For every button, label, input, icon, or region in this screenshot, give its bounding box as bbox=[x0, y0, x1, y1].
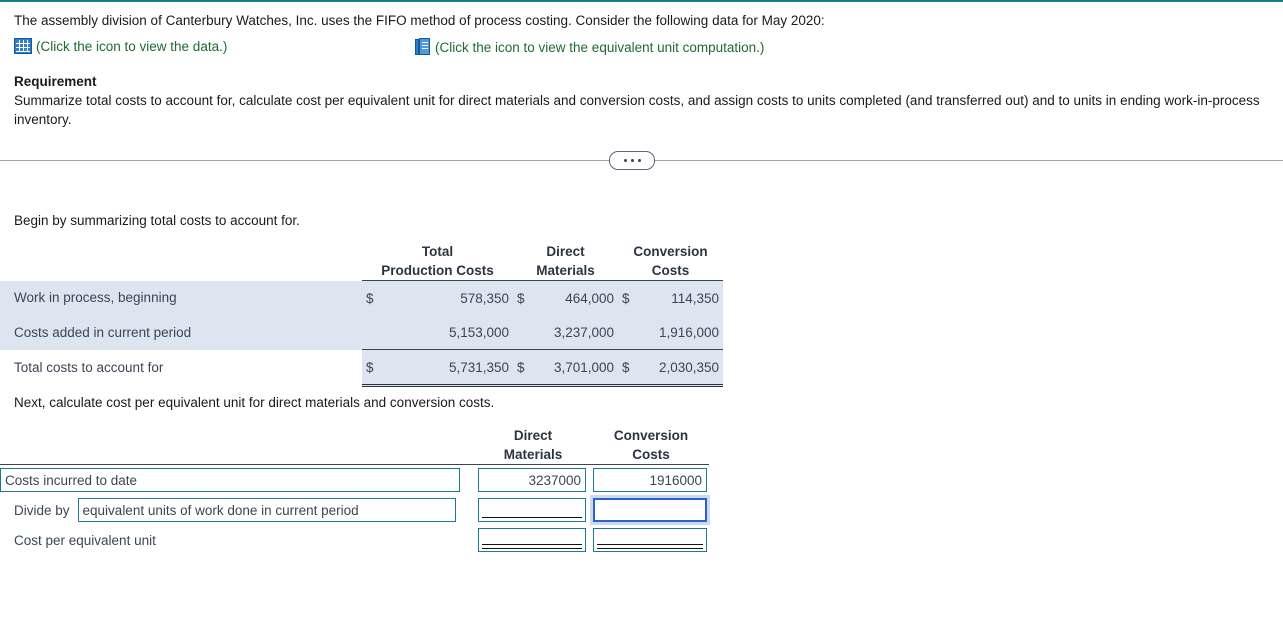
row-currency-total: $ bbox=[362, 281, 378, 316]
costs-incurred-cc-input[interactable]: 1916000 bbox=[593, 468, 707, 492]
table-row: Work in process, beginning $ 578,350 $ 4… bbox=[0, 281, 723, 316]
row-value-total: 5,731,350 bbox=[378, 350, 513, 386]
divide-by-static-label: Divide by bbox=[14, 503, 70, 518]
divide-by-cc-input[interactable] bbox=[593, 498, 707, 522]
row-value-dm: 3,237,000 bbox=[529, 315, 618, 350]
divide-by-cc-cell bbox=[593, 495, 709, 525]
costs-incurred-label-cell: Costs incurred to date bbox=[0, 465, 476, 496]
table2-header-blank bbox=[0, 426, 476, 445]
view-equivalent-unit-link[interactable]: (Click the icon to view the equivalent u… bbox=[415, 38, 764, 56]
divide-by-wrapper: Divide by equivalent units of work done … bbox=[0, 498, 476, 522]
row-value-dm: 464,000 bbox=[529, 281, 618, 316]
table2-header-direct-1: Direct bbox=[478, 426, 588, 445]
table1-header-costs: Costs bbox=[618, 261, 723, 281]
row-currency-total bbox=[362, 315, 378, 350]
dot-icon bbox=[638, 159, 641, 162]
table2-header-row-1: Direct Conversion bbox=[0, 426, 709, 445]
step-2-instruction: Next, calculate cost per equivalent unit… bbox=[0, 395, 1283, 410]
view-data-link-label[interactable]: (Click the icon to view the data.) bbox=[36, 39, 227, 54]
intro-section: The assembly division of Canterbury Watc… bbox=[0, 2, 1283, 60]
more-options-button[interactable] bbox=[609, 151, 655, 170]
problem-statement: The assembly division of Canterbury Watc… bbox=[14, 12, 1269, 30]
table1-header-total-1: Total bbox=[362, 242, 513, 261]
table2-header-row-2: Materials Costs bbox=[0, 445, 709, 465]
page-root: The assembly division of Canterbury Watc… bbox=[0, 2, 1283, 555]
row-currency-cc: $ bbox=[618, 350, 634, 386]
row-currency-dm bbox=[513, 315, 529, 350]
table1-header-direct-1: Direct bbox=[513, 242, 618, 261]
row-value-cc: 2,030,350 bbox=[634, 350, 723, 386]
costs-incurred-cc-cell: 1916000 bbox=[593, 465, 709, 496]
divide-by-dm-cell bbox=[478, 495, 588, 525]
requirement-title: Requirement bbox=[14, 74, 1269, 89]
row-currency-total: $ bbox=[362, 350, 378, 386]
table1-header-conversion-1: Conversion bbox=[618, 242, 723, 261]
table1-header-materials: Materials bbox=[513, 261, 618, 281]
row-currency-cc bbox=[618, 315, 634, 350]
table1-header-blank bbox=[0, 242, 362, 261]
book-icon[interactable] bbox=[415, 38, 431, 56]
costs-incurred-dm-cell: 3237000 bbox=[478, 465, 588, 496]
table1-header-row-1: Total Direct Conversion bbox=[0, 242, 723, 261]
cost-per-equivalent-unit-table: Direct Conversion Materials Costs Costs … bbox=[0, 426, 709, 555]
cost-per-unit-label-cell: Cost per equivalent unit bbox=[0, 525, 476, 555]
cost-per-unit-dm-cell bbox=[478, 525, 588, 555]
table2-header-materials: Materials bbox=[478, 445, 588, 465]
row-label-total-costs: Total costs to account for bbox=[0, 350, 362, 386]
table1-header-row-2: Production Costs Materials Costs bbox=[0, 261, 723, 281]
dot-icon bbox=[631, 159, 634, 162]
divide-by-label-cell: Divide by equivalent units of work done … bbox=[0, 495, 476, 525]
table2-header-costs: Costs bbox=[593, 445, 709, 465]
view-equivalent-unit-link-label[interactable]: (Click the icon to view the equivalent u… bbox=[435, 40, 764, 55]
divide-by-dm-input[interactable] bbox=[478, 498, 586, 522]
step-1-instruction: Begin by summarizing total costs to acco… bbox=[0, 213, 1283, 228]
cost-per-equivalent-unit-label: Cost per equivalent unit bbox=[0, 533, 476, 548]
costs-incurred-label-input[interactable]: Costs incurred to date bbox=[0, 468, 460, 492]
table1-header-production-costs: Production Costs bbox=[362, 261, 513, 281]
total-costs-table: Total Direct Conversion Production Costs… bbox=[0, 242, 723, 387]
row-currency-cc: $ bbox=[618, 281, 634, 316]
row-value-dm: 3,701,000 bbox=[529, 350, 618, 386]
table2-header-conversion-1: Conversion bbox=[593, 426, 709, 445]
table-row: Cost per equivalent unit bbox=[0, 525, 709, 555]
row-label-wip-beginning: Work in process, beginning bbox=[0, 281, 362, 316]
row-value-cc: 114,350 bbox=[634, 281, 723, 316]
table-row: Costs added in current period 5,153,000 … bbox=[0, 315, 723, 350]
costs-incurred-dm-input[interactable]: 3237000 bbox=[478, 468, 586, 492]
row-label-costs-added: Costs added in current period bbox=[0, 315, 362, 350]
row-value-total: 5,153,000 bbox=[378, 315, 513, 350]
row-currency-dm: $ bbox=[513, 350, 529, 386]
icon-links-row: (Click the icon to view the data.) (Clic… bbox=[14, 38, 1269, 60]
book-cover bbox=[419, 38, 430, 55]
row-currency-dm: $ bbox=[513, 281, 529, 316]
table1-header-blank-2 bbox=[0, 261, 362, 281]
cost-per-unit-cc-input[interactable] bbox=[593, 528, 707, 552]
table-row: Costs incurred to date 3237000 1916000 bbox=[0, 465, 709, 496]
grid-table-icon[interactable] bbox=[14, 38, 32, 54]
view-data-link[interactable]: (Click the icon to view the data.) bbox=[14, 38, 227, 54]
requirement-section: Requirement Summarize total costs to acc… bbox=[0, 60, 1283, 129]
table-row: Divide by equivalent units of work done … bbox=[0, 495, 709, 525]
cost-per-unit-dm-input[interactable] bbox=[478, 528, 586, 552]
row-value-cc: 1,916,000 bbox=[634, 315, 723, 350]
table2-header-blank-2 bbox=[0, 445, 476, 465]
row-value-total: 578,350 bbox=[378, 281, 513, 316]
divide-by-description-input[interactable]: equivalent units of work done in current… bbox=[78, 498, 456, 522]
section-divider bbox=[0, 151, 1283, 169]
dot-icon bbox=[624, 159, 627, 162]
table-row: Total costs to account for $ 5,731,350 $… bbox=[0, 350, 723, 386]
cost-per-unit-cc-cell bbox=[593, 525, 709, 555]
requirement-body: Summarize total costs to account for, ca… bbox=[14, 91, 1269, 129]
